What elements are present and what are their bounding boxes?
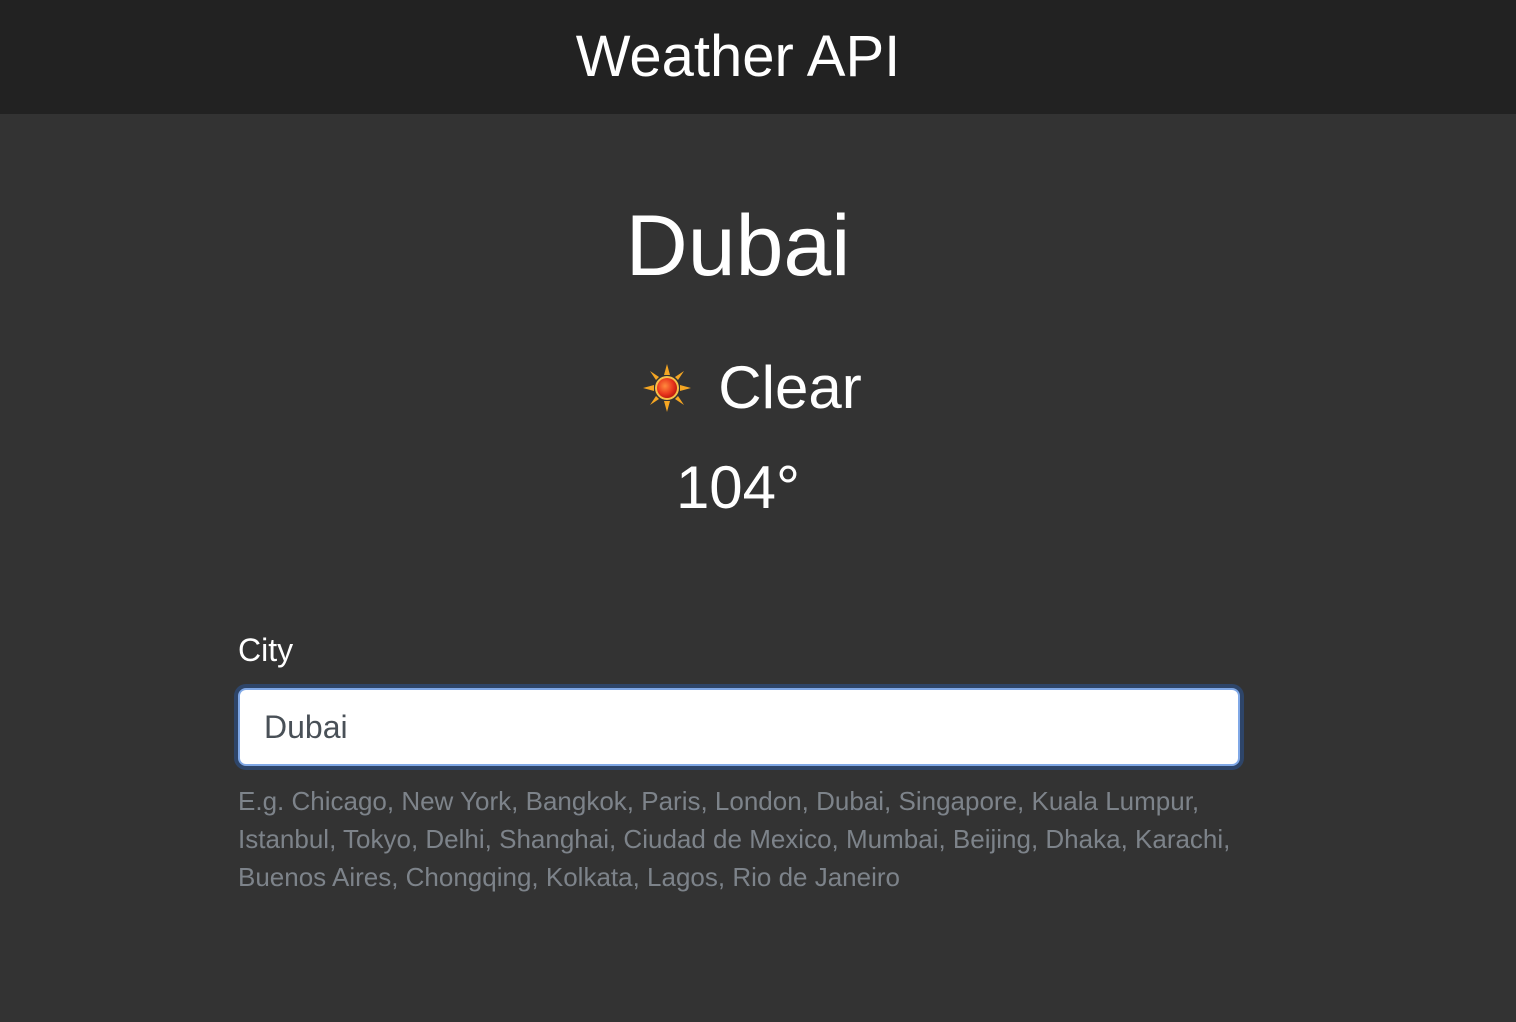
header-bar: Weather API bbox=[0, 0, 1516, 114]
app-root: Weather API Dubai Clear 104° City Dubai … bbox=[0, 0, 1516, 1022]
condition-text: Clear bbox=[718, 354, 862, 421]
app-title: Weather API bbox=[575, 24, 901, 89]
sun-icon bbox=[642, 363, 692, 413]
city-hint-text: E.g. Chicago, New York, Bangkok, Paris, … bbox=[238, 786, 1231, 892]
city-label: City bbox=[238, 632, 294, 668]
weather-condition: Clear bbox=[0, 352, 1504, 424]
city-name-heading: Dubai bbox=[625, 198, 851, 294]
temperature-value: 104° bbox=[675, 454, 801, 521]
city-input[interactable] bbox=[238, 688, 1240, 766]
city-form: City E.g. Chicago, New York, Bangkok, Pa… bbox=[238, 630, 1240, 896]
